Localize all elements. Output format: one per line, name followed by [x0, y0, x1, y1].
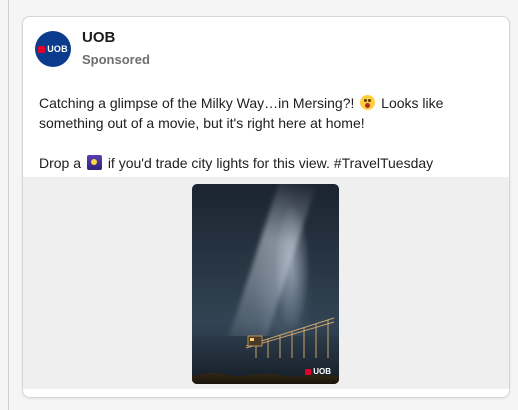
post-text-paragraph-2: Drop a if you'd trade city lights for th…	[39, 153, 495, 173]
pier-structure	[246, 312, 336, 358]
uob-watermark-icon	[305, 368, 312, 375]
post-text-paragraph-1: Catching a glimpse of the Milky Way…in M…	[39, 93, 495, 133]
night-sky-icon	[86, 155, 102, 170]
sponsored-label: Sponsored	[82, 52, 150, 67]
sponsored-post-card: UOB UOB Sponsored Catching a glimpse of …	[22, 16, 510, 398]
avatar-text: UOB	[47, 44, 68, 54]
post-media: UOB	[23, 177, 509, 389]
post-header: UOB UOB Sponsored	[35, 29, 150, 69]
uob-avatar[interactable]: UOB	[35, 31, 71, 67]
post-text: Catching a glimpse of the Milky Way…in M…	[39, 93, 495, 173]
post-text-1a: Catching a glimpse of the Milky Way…in M…	[39, 95, 355, 111]
astonished-face-icon	[360, 95, 376, 110]
post-text-2a: Drop a	[39, 155, 82, 171]
photo-brand-watermark: UOB	[305, 367, 331, 376]
post-meta: UOB Sponsored	[82, 29, 150, 69]
post-text-2b: if you'd trade city lights for this view…	[107, 155, 434, 171]
milky-way-photo[interactable]: UOB	[192, 184, 339, 384]
photo-brand-text: UOB	[313, 367, 331, 376]
author-name[interactable]: UOB	[82, 29, 150, 47]
page-divider	[8, 0, 9, 410]
uob-logo-icon	[38, 45, 46, 53]
